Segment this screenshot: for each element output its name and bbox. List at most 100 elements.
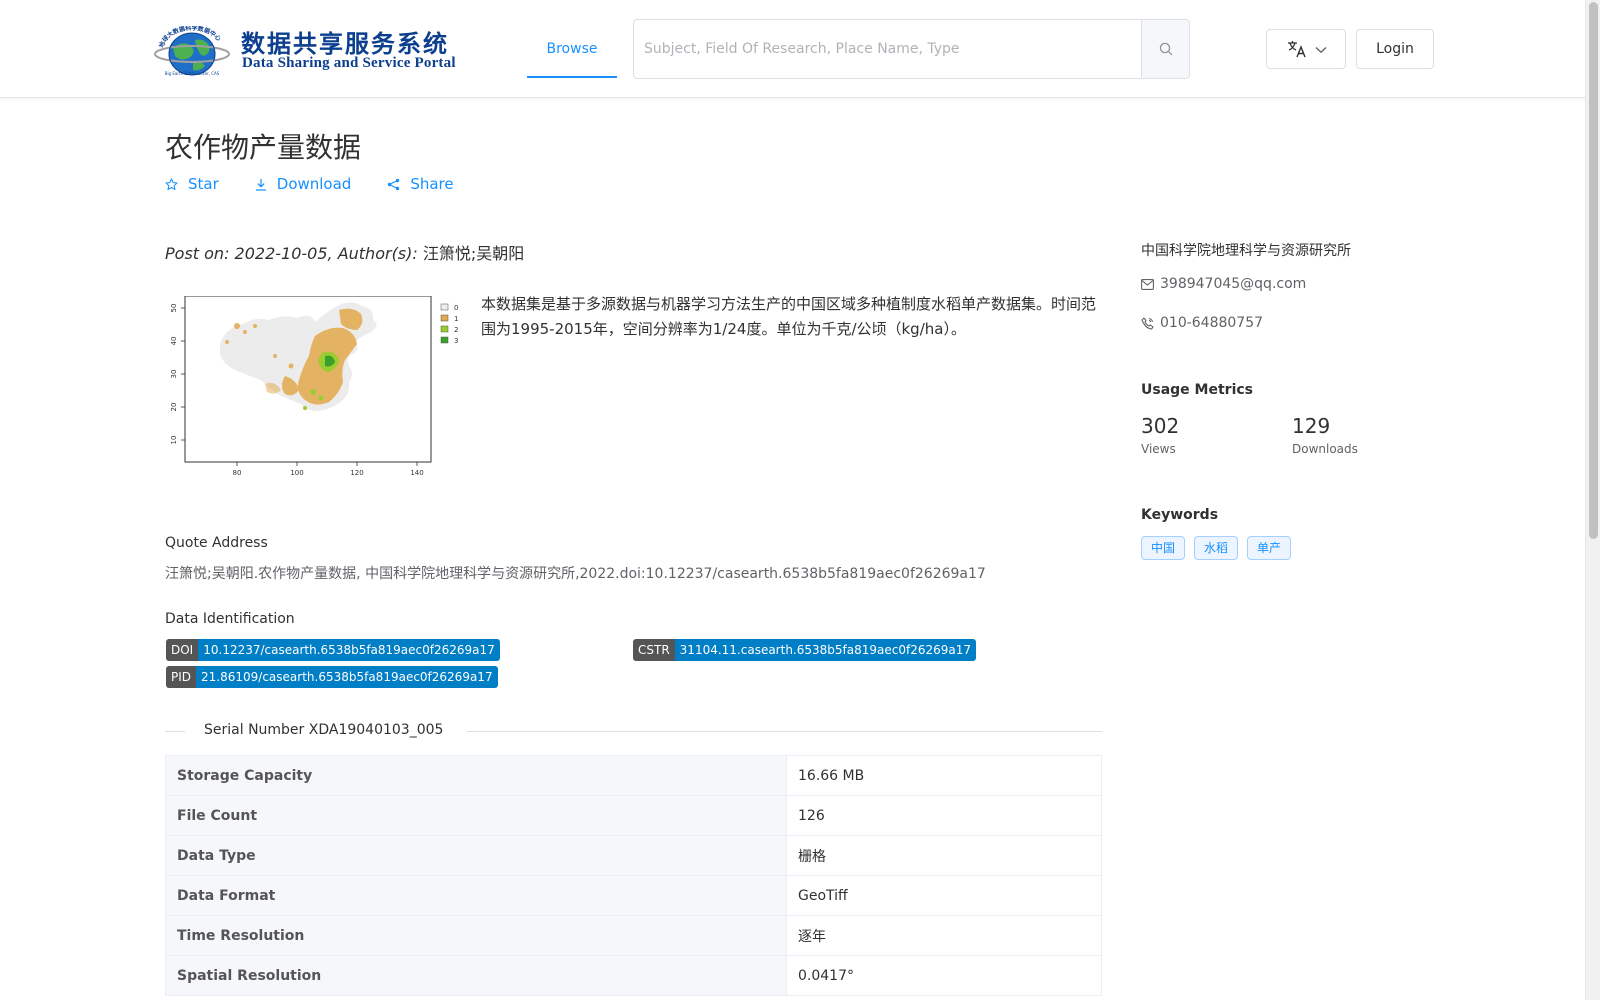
legend-swatch-1	[440, 314, 449, 322]
table-value: 126	[786, 795, 1102, 836]
map-x-axis: 80 100 120 140	[233, 462, 424, 477]
contact-phone-text: 010-64880757	[1160, 315, 1264, 331]
pid-badge-value: 21.86109/casearth.6538b5fa819aec0f26269a…	[196, 666, 498, 688]
logo-english-title: Data Sharing and Service Portal	[242, 55, 456, 71]
table-value: 16.66 MB	[786, 755, 1102, 796]
doi-badge-value: 10.12237/casearth.6538b5fa819aec0f26269a…	[198, 639, 500, 661]
site-logo[interactable]: 地球大数据科学数据中心 Big Earth Data Center, CAS 数…	[153, 22, 456, 78]
map-y-tick: 50	[170, 304, 178, 313]
legend-label: 1	[454, 315, 458, 323]
serial-number-divider: Serial Number XDA19040103_005	[165, 720, 1102, 742]
table-value: GeoTiff	[786, 875, 1102, 916]
dataset-title: 农作物产量数据	[165, 131, 362, 164]
logo-small-text: Big Earth Data Center, CAS	[165, 71, 220, 76]
scrollbar-thumb[interactable]	[1589, 2, 1598, 539]
mail-icon	[1141, 278, 1154, 290]
keyword-tags: 中国 水稻 单产	[1141, 536, 1300, 560]
legend-swatch-2	[440, 325, 449, 333]
doi-badge-key: DOI	[166, 639, 199, 661]
cstr-badge-key: CSTR	[633, 639, 675, 661]
dataset-actions: Star Download Share	[165, 174, 490, 194]
divider-line	[165, 731, 185, 732]
cstr-badge[interactable]: CSTR 31104.11.casearth.6538b5fa819aec0f2…	[633, 639, 977, 661]
download-button[interactable]: Download	[255, 175, 352, 193]
map-y-tick: 20	[170, 403, 178, 412]
data-identification-label: Data Identification	[165, 611, 295, 627]
top-header: 地球大数据科学数据中心 Big Earth Data Center, CAS 数…	[0, 0, 1585, 98]
table-key: Data Format	[165, 875, 787, 916]
legend-swatch-0	[440, 303, 449, 311]
serial-number: Serial Number XDA19040103_005	[204, 722, 444, 738]
search-button[interactable]	[1141, 20, 1189, 78]
organization-name: 中国科学院地理科学与资源研究所	[1141, 243, 1351, 259]
contact-email[interactable]: 398947045@qq.com	[1141, 276, 1306, 292]
phone-icon	[1141, 316, 1154, 330]
table-value: 栅格	[786, 835, 1102, 876]
map-x-tick: 140	[410, 469, 423, 477]
login-button[interactable]: Login	[1356, 29, 1434, 69]
pid-badge[interactable]: PID 21.86109/casearth.6538b5fa819aec0f26…	[166, 666, 498, 688]
globe-logo-icon: 地球大数据科学数据中心 Big Earth Data Center, CAS	[154, 26, 230, 76]
downloads-label: Downloads	[1292, 442, 1358, 456]
downloads-count: 129	[1292, 414, 1331, 438]
map-x-tick: 120	[350, 469, 363, 477]
map-y-axis: 50 40 30 20 10	[170, 304, 185, 445]
dataset-info-table: Storage Capacity 16.66 MB File Count 126…	[165, 755, 1102, 996]
map-x-tick: 100	[290, 469, 303, 477]
doi-badge[interactable]: DOI 10.12237/casearth.6538b5fa819aec0f26…	[166, 639, 500, 661]
star-button[interactable]: Star	[165, 175, 219, 193]
share-label: Share	[410, 175, 454, 193]
search-input[interactable]	[634, 20, 1142, 78]
legend-swatch-3	[440, 336, 449, 344]
star-icon	[165, 177, 178, 190]
nav-browse-tab[interactable]: Browse	[527, 20, 617, 78]
map-y-tick: 40	[170, 337, 178, 346]
legend-label: 0	[454, 304, 458, 312]
contact-phone[interactable]: 010-64880757	[1141, 315, 1263, 331]
dataset-thumbnail: 50 40 30 20 10 80 100 120 140 0 1 2 3	[165, 295, 460, 488]
quote-address-label: Quote Address	[165, 535, 268, 551]
search-icon	[1159, 42, 1173, 56]
table-value: 逐年	[786, 915, 1102, 956]
chevron-down-icon	[1315, 46, 1327, 54]
page-scrollbar[interactable]	[1585, 0, 1600, 1000]
legend-label: 3	[454, 337, 458, 345]
table-row: Storage Capacity 16.66 MB	[165, 755, 1102, 796]
table-row: Spatial Resolution 0.0417°	[165, 955, 1102, 996]
share-icon	[388, 178, 400, 190]
post-info: Post on: 2022-10-05, Author(s): 汪箫悦;吴朝阳	[165, 240, 524, 264]
logo-chinese-title: 数据共享服务系统	[241, 29, 449, 58]
star-label: Star	[188, 175, 219, 193]
contact-email-text: 398947045@qq.com	[1160, 276, 1307, 292]
table-key: Time Resolution	[165, 915, 787, 956]
table-key: Data Type	[165, 835, 787, 876]
search-box	[633, 19, 1190, 79]
china-yield-map: 50 40 30 20 10 80 100 120 140 0 1 2 3	[170, 295, 458, 477]
table-key: File Count	[165, 795, 787, 836]
download-label: Download	[276, 175, 352, 193]
post-date-prefix: Post on: 2022-10-05, Author(s):	[165, 244, 423, 263]
download-icon	[255, 178, 266, 191]
legend-label: 2	[454, 326, 458, 334]
keywords-title: Keywords	[1141, 507, 1219, 523]
keyword-tag[interactable]: 水稻	[1194, 536, 1239, 560]
table-key: Storage Capacity	[165, 755, 787, 796]
table-row: Data Type 栅格	[165, 835, 1102, 876]
usage-metrics-title: Usage Metrics	[1141, 382, 1253, 398]
translate-icon	[1288, 41, 1306, 58]
table-row: Data Format GeoTiff	[165, 875, 1102, 916]
share-button[interactable]: Share	[387, 175, 454, 193]
map-y-tick: 30	[170, 370, 178, 379]
language-switch-button[interactable]	[1266, 29, 1346, 69]
table-key: Spatial Resolution	[165, 955, 787, 996]
map-legend: 0 1 2 3	[440, 303, 458, 345]
keyword-tag[interactable]: 单产	[1247, 536, 1292, 560]
map-y-tick: 10	[170, 436, 178, 445]
table-value: 0.0417°	[786, 955, 1102, 996]
authors: 汪箫悦;吴朝阳	[422, 244, 525, 263]
map-x-tick: 80	[233, 469, 242, 477]
views-count: 302	[1141, 414, 1180, 438]
keyword-tag[interactable]: 中国	[1141, 536, 1186, 560]
cstr-badge-value: 31104.11.casearth.6538b5fa819aec0f26269a…	[674, 639, 977, 661]
dataset-description: 本数据集是基于多源数据与机器学习方法生产的中国区域多种植制度水稻单产数据集。时间…	[481, 295, 1097, 338]
